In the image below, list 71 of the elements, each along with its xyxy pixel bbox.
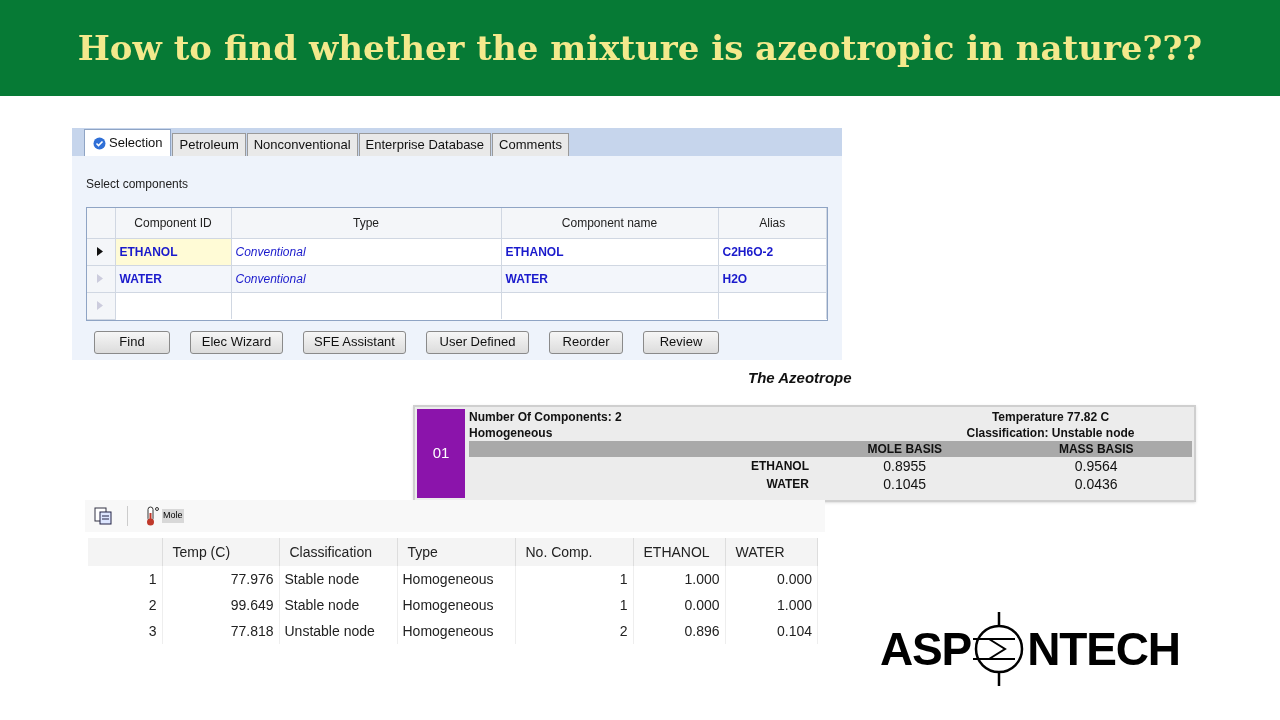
- tab[interactable]: Enterprise Database: [358, 133, 492, 156]
- azeotrope-number: 01: [417, 409, 465, 498]
- table-cell: 2: [619, 622, 628, 639]
- value-text: 0.9564: [1074, 456, 1118, 476]
- column-header: WATER: [735, 543, 785, 560]
- tab[interactable]: Comments: [492, 133, 569, 156]
- table-cell: 0.000: [684, 596, 720, 613]
- value-text: 0.1045: [883, 474, 927, 494]
- table-cell: 1: [619, 596, 628, 613]
- table-cell: WATER: [119, 271, 162, 286]
- tab[interactable]: Selection: [84, 129, 172, 156]
- table-cell: 1: [619, 570, 628, 587]
- table-cell: 77.818: [230, 622, 274, 639]
- info-text: Classification: Unstable node: [966, 425, 1135, 441]
- action-button[interactable]: Reorder: [549, 330, 623, 354]
- tab[interactable]: Nonconventional: [246, 133, 358, 156]
- column-header: MOLE BASIS: [867, 441, 943, 457]
- table-cell: 99.649: [230, 596, 274, 613]
- column-header: Type: [407, 543, 438, 560]
- value-text: 0.0436: [1074, 474, 1118, 494]
- table-cell: Unstable node: [284, 622, 375, 639]
- logo-text: NTECH: [1027, 626, 1180, 672]
- action-button[interactable]: Elec Wizard: [190, 330, 283, 354]
- tab[interactable]: Petroleum: [172, 133, 246, 156]
- action-button[interactable]: Review: [643, 330, 719, 354]
- row-number: 3: [148, 622, 157, 639]
- value-text: 0.8955: [883, 456, 927, 476]
- action-button[interactable]: Find: [94, 330, 170, 354]
- table-cell: WATER: [505, 271, 548, 286]
- column-header: Classification: [289, 543, 372, 560]
- component-label: ETHANOL: [751, 458, 809, 475]
- table-cell: Stable node: [284, 570, 360, 587]
- table-cell: ETHANOL: [119, 244, 178, 259]
- table-cell: H2O: [722, 271, 748, 286]
- action-button[interactable]: SFE Assistant: [303, 330, 406, 354]
- table-cell: C2H6O-2: [722, 244, 774, 259]
- section-label: Select components: [86, 176, 189, 193]
- copy-icon[interactable]: [93, 507, 113, 525]
- table-cell: 1.000: [684, 570, 720, 587]
- column-header: ETHANOL: [643, 543, 710, 560]
- table-cell: Conventional: [235, 271, 306, 286]
- table-cell: 0.104: [776, 622, 812, 639]
- logo-text: ASP: [880, 626, 972, 672]
- info-text: Homogeneous: [469, 425, 553, 441]
- column-header: Type: [353, 215, 379, 230]
- component-label: WATER: [766, 476, 809, 493]
- table-cell: Homogeneous: [402, 596, 494, 613]
- column-header: Alias: [759, 215, 786, 230]
- table-cell: 1.000: [776, 596, 812, 613]
- column-header: Component ID: [134, 215, 212, 230]
- table-cell: Stable node: [284, 596, 360, 613]
- column-header: No. Comp.: [525, 543, 593, 560]
- table-cell: 0.896: [684, 622, 720, 639]
- info-text: Temperature 77.82 C: [991, 409, 1110, 425]
- table-cell: ETHANOL: [505, 244, 564, 259]
- table-cell: Conventional: [235, 244, 306, 259]
- row-number: 2: [148, 596, 157, 613]
- table-cell: 0.000: [776, 570, 812, 587]
- column-header: MASS BASIS: [1058, 441, 1134, 457]
- column-header: Temp (C): [172, 543, 231, 560]
- row-marker-icon: [97, 301, 103, 310]
- row-number: 1: [148, 570, 157, 587]
- slide-title: How to find whether the mixture is azeotropic in nature???: [77, 26, 1203, 70]
- unit-toggle[interactable]: Mole: [162, 509, 184, 523]
- column-header: Component name: [561, 215, 658, 230]
- table-cell: Homogeneous: [402, 622, 494, 639]
- action-button[interactable]: User Defined: [426, 330, 529, 354]
- table-cell: Homogeneous: [402, 570, 494, 587]
- azeotrope-heading: The Azeotrope: [748, 368, 852, 388]
- info-text: Number Of Components: 2: [469, 409, 622, 425]
- table-cell: 77.976: [230, 570, 274, 587]
